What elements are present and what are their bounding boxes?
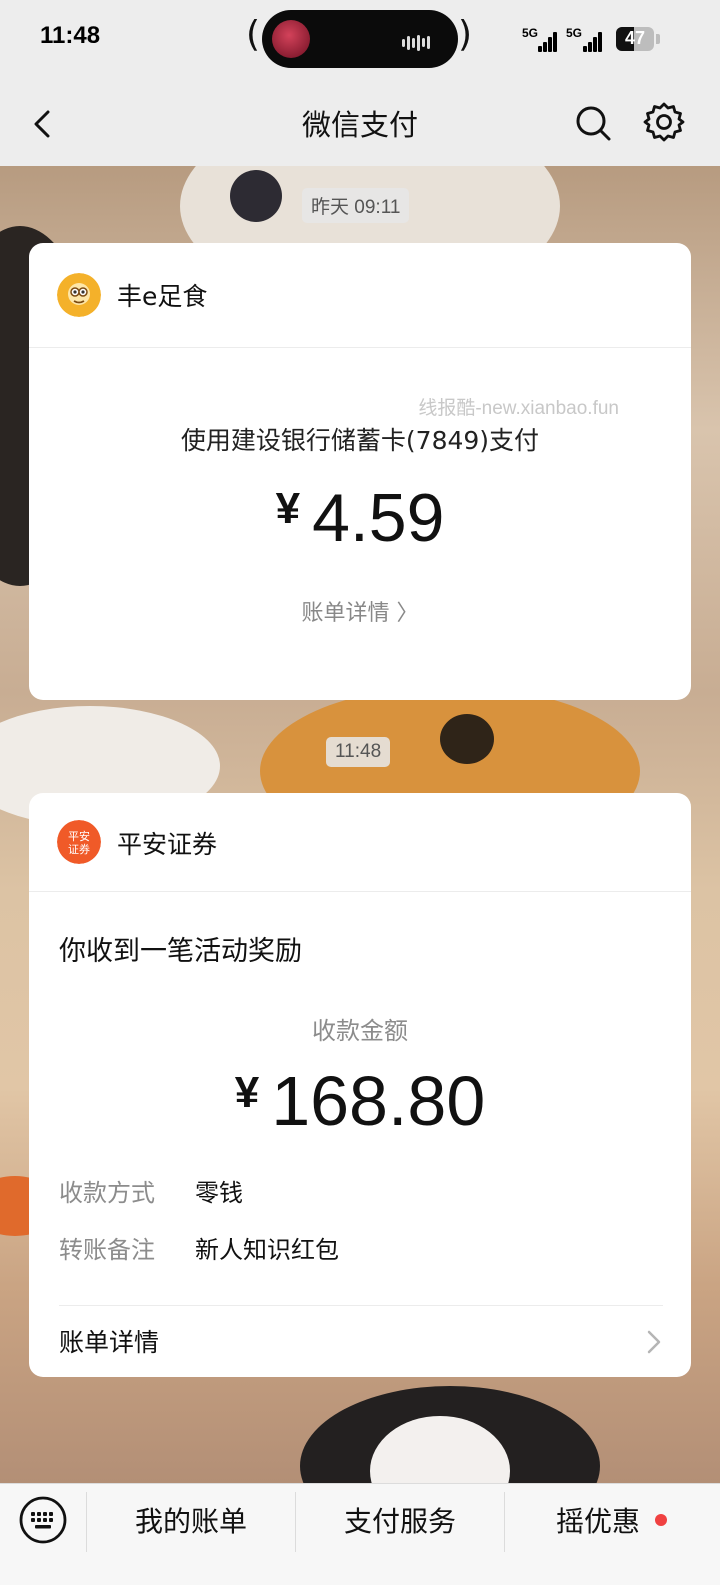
detail-value: 零钱 [195, 1179, 243, 1207]
signal-type-2: 5G [566, 26, 583, 40]
title-bar: 微信支付 [0, 80, 720, 166]
card-header[interactable]: 丰e足食 [29, 243, 691, 348]
battery-tip [656, 34, 660, 44]
sender-name[interactable]: 平安证券 [117, 825, 217, 861]
keyboard-icon[interactable] [19, 1496, 67, 1544]
detail-label: 转账备注 [59, 1236, 155, 1264]
signal-type-1: 5G [522, 26, 539, 40]
currency-symbol: ¥ [275, 484, 301, 533]
media-thumbnail [272, 20, 310, 58]
detail-label: 收款方式 [59, 1179, 155, 1207]
status-bar: 11:48 ( ) 5G 5G 47 [0, 0, 720, 80]
island-right-bracket: ) [458, 14, 473, 55]
reward-card[interactable]: 平安 证券 平安证券 你收到一笔活动奖励 收款金额 ¥168.80 收款方式 零… [29, 793, 691, 1377]
amount-value: 168.80 [271, 1062, 486, 1140]
pingan-avatar-icon[interactable]: 平安 证券 [57, 820, 101, 864]
battery-icon: 47 [616, 27, 654, 51]
wallpaper-cat-eye [440, 714, 494, 764]
payment-card[interactable]: 丰e足食 线报酷-new.xianbao.fun 使用建设银行储蓄卡(7849)… [29, 243, 691, 700]
payment-method: 使用建设银行储蓄卡(7849)支付 [180, 426, 540, 455]
island-left-bracket: ( [246, 14, 261, 55]
notification-badge [655, 1514, 667, 1526]
signal-bars-2-icon [583, 30, 605, 52]
card-divider [59, 1305, 663, 1306]
svg-text:平安: 平安 [68, 829, 90, 843]
audio-wave-icon [402, 32, 438, 51]
bottom-menu: 我的账单 支付服务 摇优惠 [0, 1483, 720, 1585]
bill-details-link[interactable]: 账单详情 [59, 1323, 159, 1359]
watermark-text: 线报酷-new.xianbao.fun [418, 398, 619, 419]
amount-label: 收款金额 [312, 1017, 408, 1045]
notice-title: 你收到一笔活动奖励 [59, 936, 302, 967]
svg-text:证券: 证券 [68, 842, 90, 856]
bill-details-link[interactable]: 账单详情 〉 [29, 595, 691, 627]
chevron-right-icon[interactable] [645, 1329, 663, 1355]
detail-value: 新人知识红包 [195, 1236, 339, 1264]
menu-my-bills[interactable]: 我的账单 [87, 1484, 295, 1560]
currency-symbol: ¥ [234, 1068, 260, 1117]
dynamic-island[interactable] [262, 10, 458, 68]
signal-bars-1-icon [538, 30, 558, 52]
status-time: 11:48 [40, 22, 101, 49]
sender-name[interactable]: 丰e足食 [117, 277, 207, 313]
reward-amount: ¥168.80 [29, 1061, 691, 1141]
amount-value: 4.59 [312, 480, 445, 556]
message-timestamp: 昨天 09:11 [302, 188, 410, 223]
menu-payment-services[interactable]: 支付服务 [296, 1484, 504, 1560]
payment-amount: ¥4.59 [29, 479, 691, 557]
gear-icon[interactable] [642, 100, 686, 144]
card-header[interactable]: 平安 证券 平安证券 [29, 793, 691, 892]
fengesushi-avatar-icon[interactable] [57, 273, 101, 317]
wallpaper-cat-eye [230, 170, 282, 222]
battery-percent: 47 [624, 28, 646, 48]
message-timestamp: 11:48 [326, 737, 391, 767]
search-icon[interactable] [572, 102, 614, 144]
